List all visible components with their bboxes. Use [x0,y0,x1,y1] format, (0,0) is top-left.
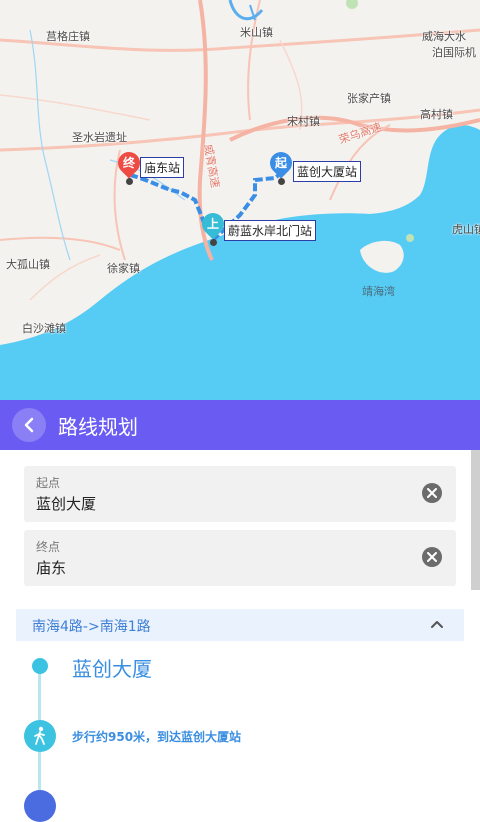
walk-step-text: 步行约950米，到达蓝创大厦站 [72,730,242,744]
map-place-label: 威海大水 [422,30,466,43]
end-stop-label[interactable]: 庙东站 [140,157,185,178]
timeline-line [38,674,41,720]
route-panel: 起点 蓝创大厦 终点 庙东 南海4路->南海1路 蓝创大厦 步行约950米，到达… [0,450,480,822]
origin-field[interactable]: 起点 蓝创大厦 [24,466,456,522]
map-place-label: 宋村镇 [287,115,320,128]
origin-value[interactable]: 蓝创大厦 [36,493,96,514]
map-place-label: 大孤山镇 [6,258,50,271]
map-base [0,0,480,400]
map-place-label: 高村镇 [420,108,453,121]
step-start-name: 蓝创大厦 [72,657,152,681]
stop-dot [278,178,285,185]
map-place-label: 米山镇 [240,26,273,39]
walk-step-badge [24,720,56,752]
route-summary-bar[interactable]: 南海4路->南海1路 [16,609,464,641]
app-bar: 路线规划 [0,400,480,450]
timeline-start-dot [32,658,48,674]
end-marker[interactable]: 终 [113,147,145,185]
next-step-badge [24,790,56,822]
page-title: 路线规划 [58,415,138,439]
start-marker-glyph: 起 [274,156,287,170]
start-stop-label[interactable]: 蓝创大厦站 [293,161,362,182]
destination-value[interactable]: 庙东 [36,557,66,578]
timeline-line [38,752,41,790]
stop-dot [126,178,133,185]
scrollbar[interactable] [471,450,480,590]
destination-field[interactable]: 终点 庙东 [24,530,456,586]
route-map[interactable]: 莒格庄镇 米山镇 威海大水 泊国际机 张家产镇 宋村镇 高村镇 荣乌高速 圣水岩… [0,0,480,400]
end-marker-glyph: 终 [122,156,135,170]
chevron-up-icon[interactable] [430,620,444,629]
route-summary: 南海4路->南海1路 [32,619,151,635]
map-place-label: 莒格庄镇 [46,30,90,43]
map-place-label: 虎山镇 [452,223,480,236]
chevron-left-icon [24,417,34,433]
clear-origin-button[interactable] [422,483,442,503]
close-icon [427,488,437,498]
map-place-label: 徐家镇 [107,262,140,275]
map-place-label: 靖海湾 [362,285,395,298]
map-place-label: 白沙滩镇 [22,322,66,335]
clear-destination-button[interactable] [422,547,442,567]
map-place-label: 圣水岩遗址 [72,131,127,144]
map-place-label: 泊国际机 [432,46,476,59]
close-icon [427,552,437,562]
stop-dot [210,239,217,246]
map-place-label: 张家产镇 [347,92,391,105]
walking-person-icon [34,726,45,745]
back-button[interactable] [12,408,46,442]
board-stop-label[interactable]: 蔚蓝水岸北门站 [224,220,317,241]
start-marker[interactable]: 起 [265,147,297,185]
board-marker[interactable]: 上 [197,208,229,246]
board-marker-glyph: 上 [206,217,219,231]
destination-label: 终点 [36,540,61,554]
origin-label: 起点 [36,476,61,490]
